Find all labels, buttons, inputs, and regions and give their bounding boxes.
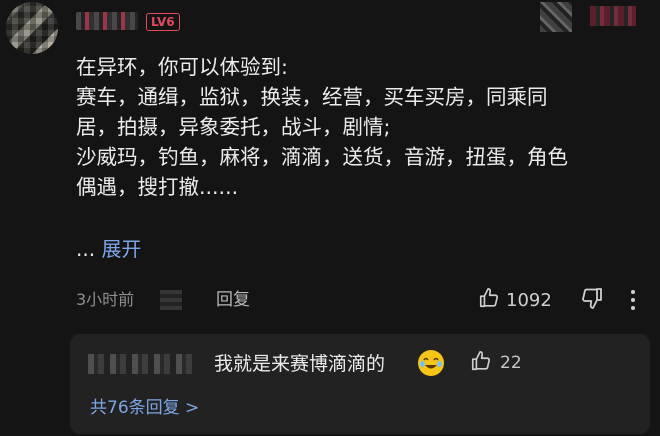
- comment-body: 在异环，你可以体验到: 赛车，通缉，监狱，换装，经营，买车买房，同乘同 居，拍摄…: [76, 52, 648, 202]
- thumbs-up-icon: [470, 350, 492, 376]
- username-redacted[interactable]: [76, 12, 138, 30]
- level-badge: LV6: [146, 13, 180, 31]
- avatar[interactable]: [6, 2, 58, 54]
- like-count: 1092: [506, 289, 552, 311]
- comment-line: 居，拍摄，异象委托，战斗，剧情;: [76, 115, 391, 139]
- more-button[interactable]: [626, 288, 640, 316]
- expand-link[interactable]: 展开: [101, 237, 141, 261]
- reply-like-count: 22: [500, 353, 522, 373]
- comment-line: 沙威玛，钓鱼，麻将，滴滴，送货，音游，扭蛋，角色: [76, 145, 568, 169]
- view-replies-link[interactable]: 共76条回复 >: [90, 396, 199, 420]
- thumbs-up-icon: [478, 287, 500, 313]
- redacted-top-right-2: [590, 6, 636, 26]
- like-button[interactable]: 1092: [478, 287, 552, 313]
- comment-line: 在异环，你可以体验到:: [76, 55, 288, 79]
- redacted-location: [160, 290, 182, 310]
- thumbs-down-icon: [580, 288, 604, 314]
- reply-button[interactable]: 回复: [216, 288, 250, 312]
- comment-time: 3小时前: [76, 290, 135, 309]
- comment-line: 赛车，通缉，监狱，换装，经营，买车买房，同乘同: [76, 85, 548, 109]
- reply-like-button[interactable]: 22: [470, 350, 522, 376]
- reply-preview[interactable]: 我就是来赛博滴滴的 22 共76条回复 >: [70, 334, 650, 434]
- ellipsis: ...: [76, 237, 96, 261]
- dislike-button[interactable]: [580, 286, 604, 314]
- redacted-top-right-1: [540, 2, 572, 32]
- comment-line: 偶遇，搜打撤......: [76, 175, 239, 199]
- more-vertical-icon: [626, 290, 640, 316]
- reply-author-redacted: [88, 354, 198, 374]
- reply-text: 我就是来赛博滴滴的: [214, 353, 386, 375]
- laughing-crying-emoji-icon: [418, 350, 444, 376]
- expand-row: ... 展开: [76, 235, 141, 263]
